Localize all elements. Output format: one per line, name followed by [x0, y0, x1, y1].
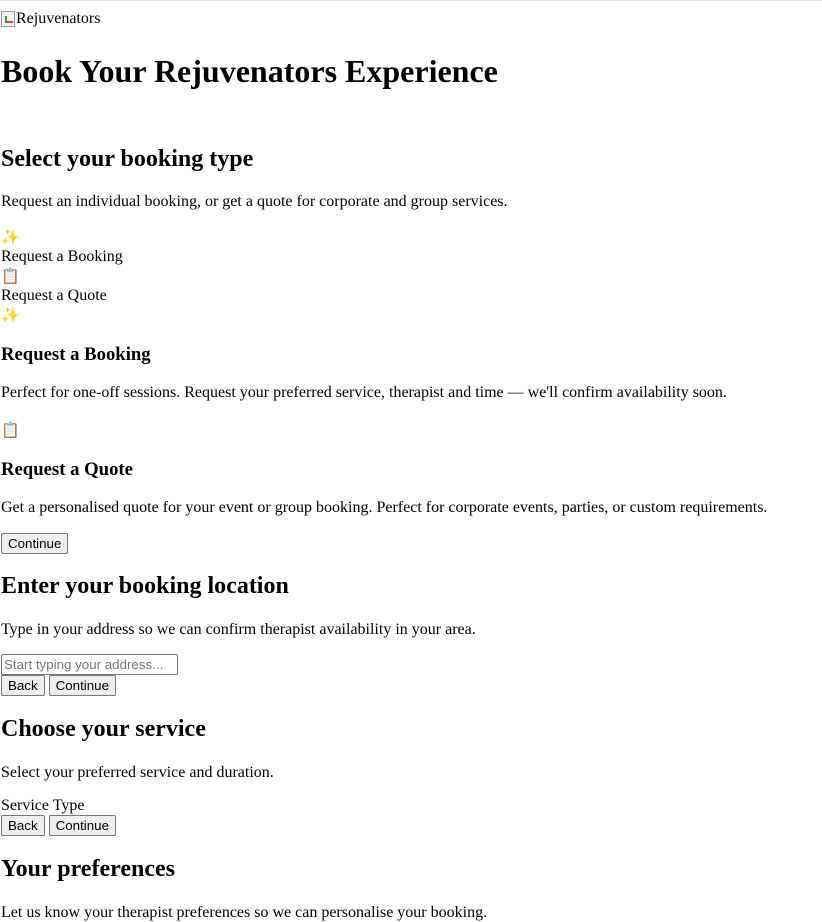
- quote-card[interactable]: 📋 Request a Quote Get a personalised quo…: [1, 420, 822, 517]
- back-button[interactable]: Back: [1, 815, 45, 836]
- booking-type-tab-booking[interactable]: ✨ Request a Booking: [1, 227, 822, 266]
- quote-card-text: Get a personalised quote for your event …: [1, 499, 768, 516]
- step-location-heading: Enter your booking location: [1, 573, 289, 599]
- tab-quote-label: Request a Quote: [1, 287, 107, 304]
- logo[interactable]: Rejuvenators: [1, 10, 100, 27]
- service-type-label: Service Type: [1, 797, 85, 814]
- logo-alt-text: Rejuvenators: [16, 9, 101, 27]
- step-location-description: Type in your address so we can confirm t…: [1, 621, 476, 638]
- step-preferences: Your preferences: [1, 855, 822, 883]
- step-preferences-description: Let us know your therapist preferences s…: [1, 904, 488, 921]
- quote-card-title: Request a Quote: [1, 459, 133, 480]
- step-service-heading: Choose your service: [1, 716, 206, 742]
- booking-card[interactable]: ✨ Request a Booking Perfect for one-off …: [1, 305, 822, 402]
- page-title: Book Your Rejuvenators Experience: [1, 52, 498, 89]
- back-button[interactable]: Back: [1, 675, 45, 696]
- step-preferences-description-wrap: Let us know your therapist preferences s…: [1, 903, 822, 922]
- address-field-wrap: [1, 654, 822, 675]
- step-location: Enter your booking location: [1, 572, 822, 600]
- continue-button[interactable]: Continue: [48, 675, 116, 696]
- tab-booking-label: Request a Booking: [1, 248, 123, 265]
- step-booking-type-description: Request an individual booking, or get a …: [1, 193, 508, 210]
- step-booking-type-description-wrap: Request an individual booking, or get a …: [1, 192, 822, 211]
- booking-card-title: Request a Booking: [1, 344, 151, 365]
- site-header: Rejuvenators Book Your Rejuvenators Expe…: [1, 1, 822, 90]
- step-location-description-wrap: Type in your address so we can confirm t…: [1, 620, 822, 639]
- address-input[interactable]: [1, 654, 178, 675]
- service-type-field: Service Type: [1, 797, 822, 815]
- step-booking-type: Select your booking type: [1, 145, 822, 173]
- step-preferences-heading: Your preferences: [1, 856, 175, 882]
- step-service-description: Select your preferred service and durati…: [1, 764, 274, 781]
- sparkles-icon: ✨: [1, 306, 20, 324]
- clipboard-icon: 📋: [1, 421, 20, 439]
- step-location-actions: Back Continue: [1, 675, 822, 696]
- continue-button[interactable]: Continue: [1, 533, 69, 554]
- continue-button[interactable]: Continue: [48, 815, 116, 836]
- clipboard-icon: 📋: [1, 267, 20, 285]
- step-service-description-wrap: Select your preferred service and durati…: [1, 763, 822, 782]
- booking-card-text: Perfect for one-off sessions. Request yo…: [1, 384, 727, 401]
- step-service: Choose your service: [1, 715, 822, 743]
- step-booking-type-heading: Select your booking type: [1, 146, 254, 172]
- step-booking-type-actions: Continue: [1, 533, 822, 554]
- step-service-actions: Back Continue: [1, 815, 822, 836]
- sparkles-icon: ✨: [1, 228, 20, 246]
- booking-type-tab-quote[interactable]: 📋 Request a Quote: [1, 266, 822, 305]
- broken-image-icon: [1, 10, 15, 27]
